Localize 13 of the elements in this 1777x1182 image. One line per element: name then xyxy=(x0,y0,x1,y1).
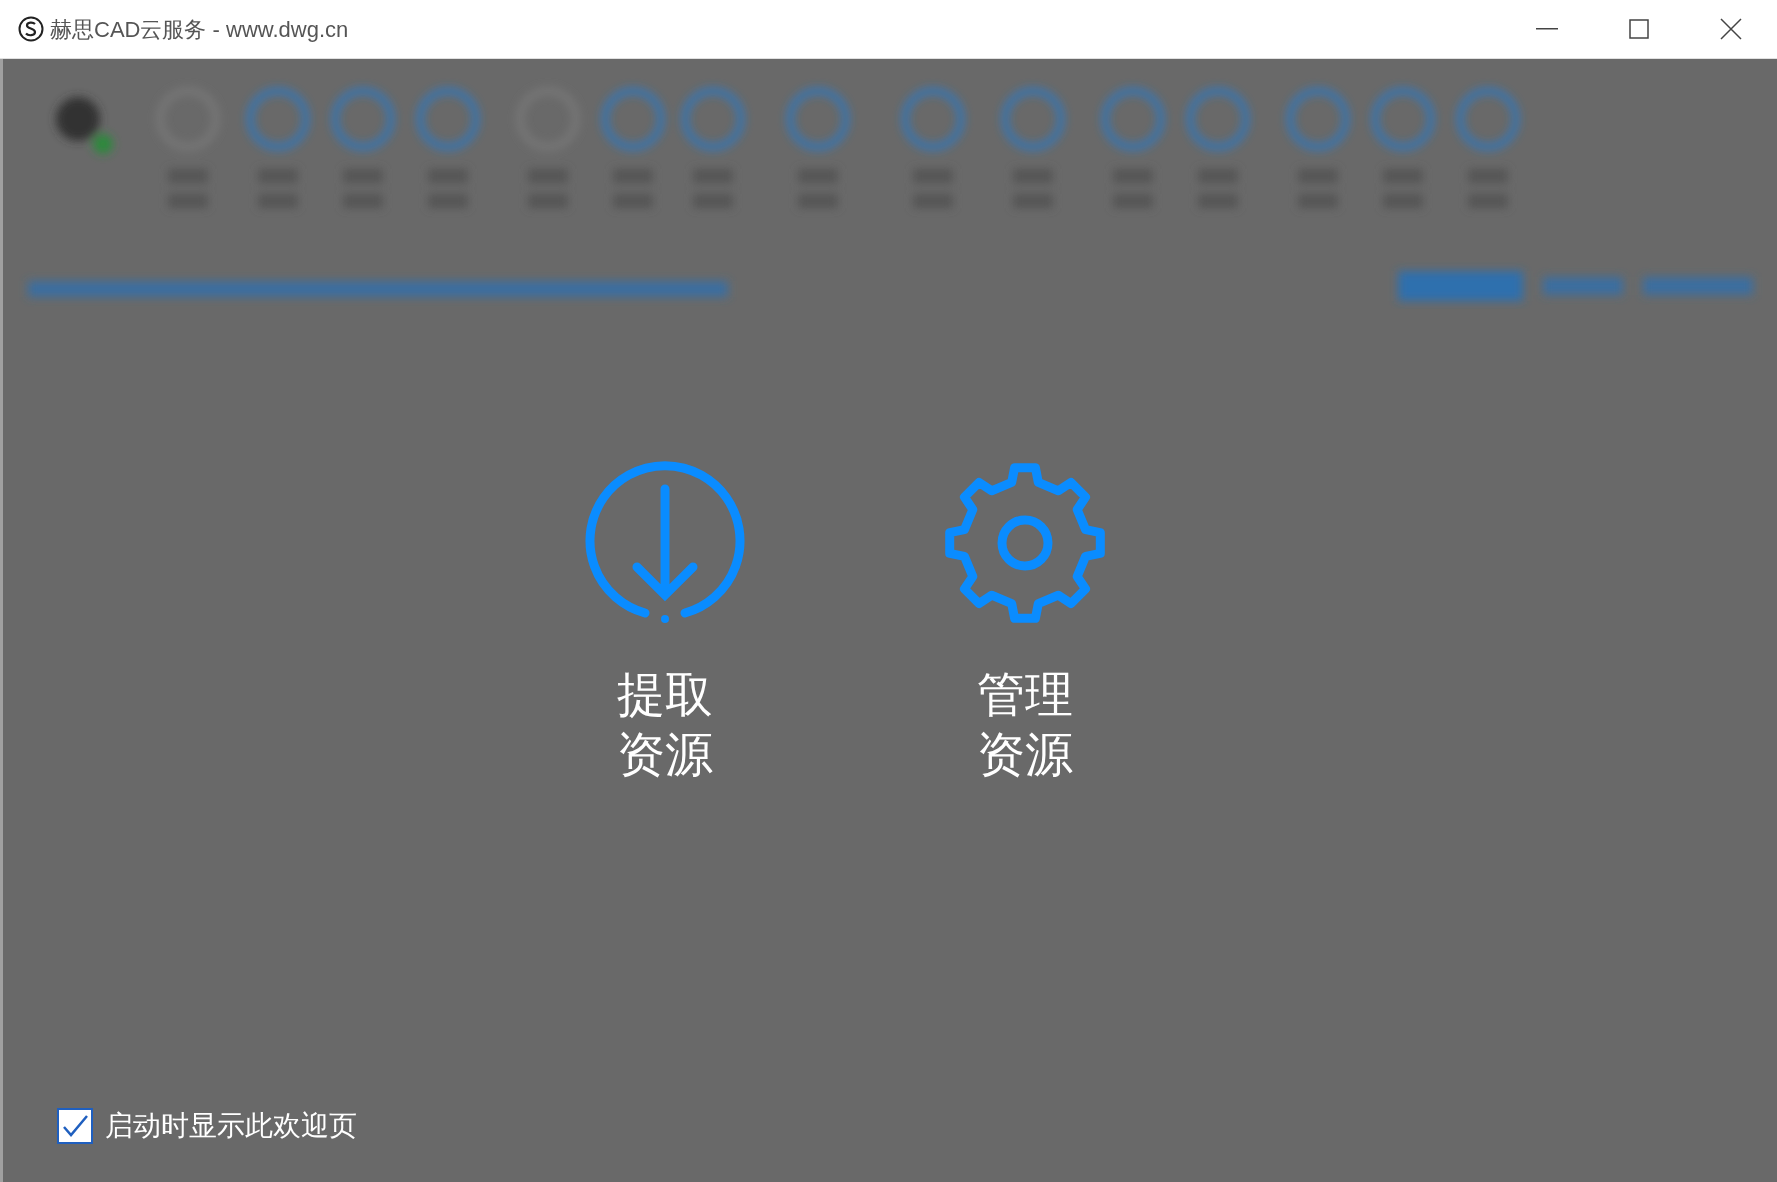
check-icon xyxy=(61,1114,89,1138)
resource-action-button[interactable]: 管理资源 xyxy=(943,461,1107,785)
window-title: 赫思CAD云服务 - www.dwg.cn xyxy=(50,15,349,44)
close-icon xyxy=(1720,18,1742,40)
app-logo-icon xyxy=(18,16,44,42)
startup-checkbox-row[interactable]: 启动时显示此欢迎页 xyxy=(57,1105,1777,1147)
checkbox-label: 启动时显示此欢迎页 xyxy=(105,1109,357,1143)
minimize-icon xyxy=(1536,28,1558,30)
checkbox[interactable] xyxy=(57,1108,93,1144)
download-icon xyxy=(583,461,747,625)
settings-icon xyxy=(943,461,1107,625)
maximize-icon xyxy=(1629,19,1649,39)
resource-action-button[interactable]: 提取资源 xyxy=(583,461,747,785)
